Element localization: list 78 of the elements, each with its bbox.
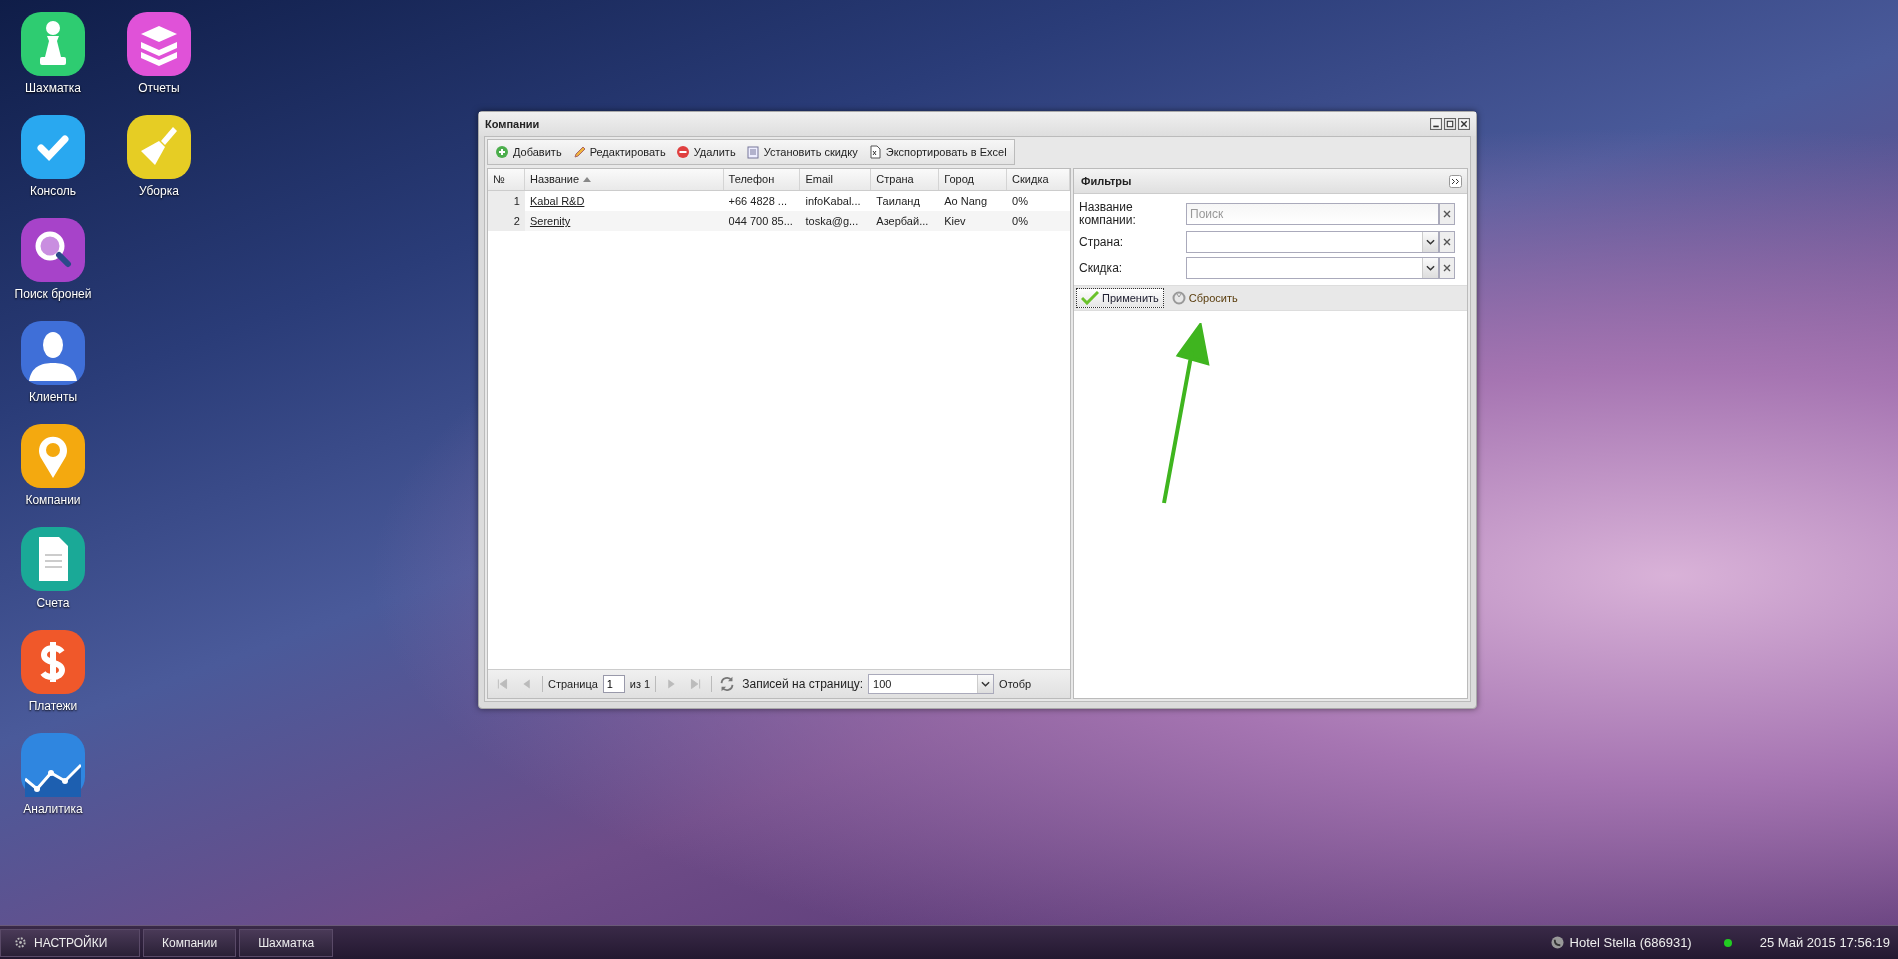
- app-label: Счета: [36, 596, 70, 611]
- settings-button[interactable]: НАСТРОЙКИ: [0, 928, 140, 957]
- column-header[interactable]: Телефон: [723, 169, 801, 190]
- maximize-icon[interactable]: [1444, 118, 1456, 130]
- phone-icon: [1550, 936, 1564, 949]
- panel-title: Фильтры: [1081, 175, 1132, 187]
- app-label: Поиск броней: [14, 287, 92, 302]
- field-label: Скидка:: [1079, 261, 1124, 275]
- app-label: Отчеты: [138, 81, 180, 96]
- table-cell: infoKabal...: [805, 195, 861, 207]
- company-link[interactable]: Serenity: [529, 215, 571, 227]
- page-count: из 1: [629, 678, 651, 690]
- date-time: 25 Май 2015 17:56:19: [1759, 935, 1890, 950]
- column-header[interactable]: Город: [939, 169, 1008, 190]
- app-label: Консоль: [29, 184, 77, 199]
- toolbar-button[interactable]: Добавить: [491, 142, 566, 162]
- toolbar-button[interactable]: Удалить: [671, 142, 740, 162]
- column-header[interactable]: Email: [800, 169, 872, 190]
- table-cell: Азербай...: [876, 215, 929, 227]
- chevron-down-icon: [1426, 239, 1435, 245]
- toolbar-button[interactable]: Экспортировать в Excel: [863, 142, 1011, 162]
- field-label: Название компании:: [1079, 201, 1137, 227]
- field-label: Страна:: [1079, 235, 1125, 249]
- search-field[interactable]: Поиск: [1186, 203, 1439, 225]
- clear-icon[interactable]: [1439, 203, 1455, 225]
- reset-button[interactable]: Сбросить: [1167, 288, 1242, 308]
- apply-button[interactable]: Применить: [1076, 288, 1164, 308]
- add-icon: [495, 145, 509, 159]
- per-page-dropdown[interactable]: 100: [868, 674, 995, 694]
- dropdown-field[interactable]: [1186, 257, 1439, 279]
- table-cell: 0%: [1012, 195, 1028, 207]
- row-number: 1: [513, 195, 520, 207]
- table-cell: Kiev: [944, 215, 966, 227]
- minimize-icon[interactable]: [1430, 118, 1442, 130]
- table-cell: 0%: [1012, 215, 1028, 227]
- table-row[interactable]: 2 Serenity 044 700 85... toska@g... Азербай... Kiev 0%: [488, 211, 1070, 231]
- row-number: 2: [513, 215, 520, 227]
- app-label: Аналитика: [23, 802, 83, 817]
- taskbar-button[interactable]: Компании: [143, 928, 237, 957]
- checkmark-icon: [1081, 291, 1099, 305]
- sort-ascending-icon: [583, 177, 592, 182]
- collapse-icon[interactable]: [1449, 174, 1462, 188]
- status-dot: [1723, 938, 1732, 947]
- close-icon[interactable]: [1458, 118, 1470, 130]
- table-row[interactable]: 1 Kabal R&D +66 4828 ... infoKabal... Таиланд Ao Nang 0%: [488, 191, 1070, 211]
- clear-icon[interactable]: [1439, 257, 1455, 279]
- chevron-down-icon: [981, 681, 991, 687]
- display-label: Отобр: [999, 678, 1032, 690]
- taskbar-button[interactable]: Шахматка: [239, 928, 334, 957]
- clear-icon[interactable]: [1439, 231, 1455, 253]
- page-label: Страница: [548, 678, 598, 690]
- per-page-label: Записей на страницу:: [742, 677, 864, 691]
- gear-icon: [13, 935, 28, 950]
- toolbar-button[interactable]: Редактировать: [567, 142, 670, 162]
- window-title: Компании: [485, 118, 540, 130]
- app-label: Компании: [25, 493, 81, 508]
- chevron-down-icon: [1426, 265, 1435, 271]
- app-label: Шахматка: [25, 81, 81, 96]
- pencil-icon: [571, 145, 586, 159]
- app-label: Платежи: [28, 699, 78, 714]
- table-cell: Таиланд: [876, 195, 920, 207]
- table-cell: Ao Nang: [944, 195, 988, 207]
- reset-icon: [1171, 291, 1186, 305]
- table-cell: toska@g...: [805, 215, 859, 227]
- column-header[interactable]: №: [488, 169, 525, 190]
- table-cell: 044 700 85...: [728, 215, 793, 227]
- hotel-name: Hotel Stella (686931): [1569, 935, 1692, 950]
- company-link[interactable]: Kabal R&D: [529, 195, 585, 207]
- column-header[interactable]: Скидка: [1007, 169, 1070, 190]
- app-label: Уборка: [139, 184, 179, 199]
- dropdown-field[interactable]: [1186, 231, 1439, 253]
- column-header[interactable]: Название: [524, 169, 724, 190]
- app-label: Клиенты: [28, 390, 78, 405]
- column-header[interactable]: Страна: [871, 169, 940, 190]
- page-input[interactable]: 1: [602, 675, 625, 693]
- table-cell: +66 4828 ...: [728, 195, 787, 207]
- delete-icon: [675, 145, 690, 159]
- toolbar-button[interactable]: Установить скидку: [741, 142, 862, 162]
